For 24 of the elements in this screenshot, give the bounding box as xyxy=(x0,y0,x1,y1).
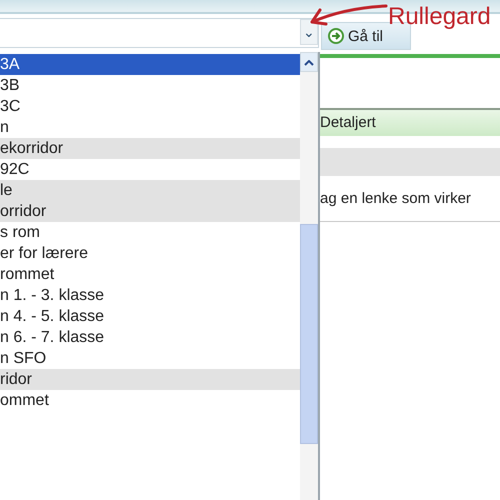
panel-header: Detaljert xyxy=(320,108,500,136)
dropdown-option[interactable]: n SFO xyxy=(0,348,300,369)
dropdown-option[interactable]: 92C xyxy=(0,159,300,180)
scroll-up-button[interactable] xyxy=(300,52,318,72)
dropdown-option[interactable]: ommet xyxy=(0,390,300,411)
chevron-up-icon xyxy=(304,60,314,66)
dropdown-field[interactable]: ⌄ xyxy=(0,18,319,48)
dropdown-option[interactable]: rommet xyxy=(0,264,300,285)
dropdown-option[interactable]: 3C xyxy=(0,96,300,117)
dropdown-option[interactable]: ekorridor xyxy=(0,138,300,159)
dropdown-option[interactable]: n 6. - 7. klasse xyxy=(0,327,300,348)
scrollbar-thumb[interactable] xyxy=(300,224,318,444)
dropdown-option[interactable]: n 1. - 3. klasse xyxy=(0,285,300,306)
dropdown-option[interactable]: 3B xyxy=(0,75,300,96)
dropdown-option[interactable]: le xyxy=(0,180,300,201)
dropdown-option[interactable]: n 4. - 5. klasse xyxy=(0,306,300,327)
dropdown-option[interactable]: s rom xyxy=(0,222,300,243)
dropdown-option[interactable]: er for lærere xyxy=(0,243,300,264)
dropdown-option[interactable]: orridor xyxy=(0,201,300,222)
dropdown-option[interactable]: 3A xyxy=(0,54,300,75)
dropdown-caret-button[interactable]: ⌄ xyxy=(300,19,318,45)
dropdown-option[interactable]: n xyxy=(0,117,300,138)
panel-text: ag en lenke som virker xyxy=(320,190,500,222)
dropdown-option[interactable]: ridor xyxy=(0,369,300,390)
